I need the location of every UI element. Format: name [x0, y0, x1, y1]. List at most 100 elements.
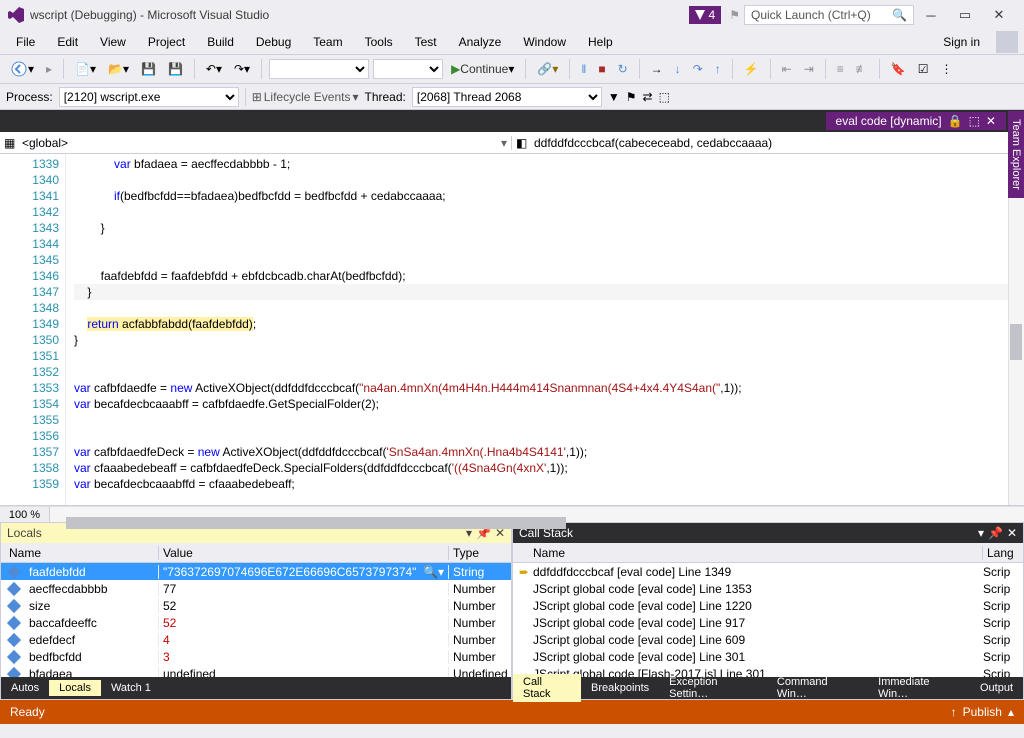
tab-locals[interactable]: Locals: [49, 680, 101, 696]
table-row[interactable]: JScript global code [eval code] Line 301…: [513, 648, 1023, 665]
table-row[interactable]: bfadaeaundefinedUndefined: [1, 665, 511, 677]
ext-button[interactable]: ⋮: [937, 60, 957, 78]
scope-selector[interactable]: ▦ <global> ▾: [0, 136, 512, 150]
tab-autos[interactable]: Autos: [1, 680, 49, 696]
bookmark-button[interactable]: 🔖: [887, 60, 910, 78]
maximize-button[interactable]: ▭: [948, 7, 982, 23]
table-row[interactable]: JScript global code [eval code] Line 122…: [513, 597, 1023, 614]
col-type[interactable]: Type: [449, 546, 511, 560]
pin-icon[interactable]: ⬚: [969, 114, 980, 128]
zoom-level[interactable]: 100 %: [0, 507, 50, 523]
show-next-button[interactable]: →: [647, 60, 667, 78]
table-row[interactable]: JScript global code [eval code] Line 917…: [513, 614, 1023, 631]
document-tab[interactable]: eval code [dynamic] 🔒 ⬚ ✕: [826, 112, 1006, 130]
step-over-button[interactable]: ↷: [689, 60, 707, 78]
browser-link-button[interactable]: 🔗▾: [533, 60, 562, 78]
tab-breakpoints[interactable]: Breakpoints: [581, 680, 659, 696]
publish-button[interactable]: Publish: [963, 705, 1002, 719]
col-value[interactable]: Value: [159, 546, 449, 560]
table-row[interactable]: bedfbcfdd3Number: [1, 648, 511, 665]
flag-threads-button[interactable]: ⚑: [626, 90, 637, 104]
filter-button[interactable]: ▼: [608, 90, 620, 104]
comment-button[interactable]: ≡: [833, 60, 848, 78]
undo-button[interactable]: ↶▾: [202, 60, 226, 78]
platform-select[interactable]: [373, 59, 443, 79]
task-list-button[interactable]: ☑: [914, 60, 933, 78]
col-lang[interactable]: Lang: [983, 546, 1023, 560]
col-name[interactable]: Name: [529, 546, 983, 560]
menu-test[interactable]: Test: [405, 33, 447, 51]
lifecycle-events-dropdown[interactable]: ⊞ Lifecycle Events ▾: [252, 90, 359, 104]
col-name[interactable]: Name: [1, 546, 159, 560]
tab-immediate[interactable]: Immediate Win…: [868, 674, 970, 702]
chevron-up-icon[interactable]: ▴: [1008, 705, 1014, 719]
stop-button[interactable]: ■: [594, 60, 609, 78]
redo-button[interactable]: ↷▾: [230, 60, 254, 78]
publish-up-icon[interactable]: ↑: [951, 705, 957, 719]
menu-analyze[interactable]: Analyze: [449, 33, 512, 51]
menu-team[interactable]: Team: [303, 33, 352, 51]
pause-button[interactable]: ‖: [577, 60, 590, 78]
menu-tools[interactable]: Tools: [355, 33, 403, 51]
dropdown-button[interactable]: ▾: [978, 526, 984, 540]
table-row[interactable]: aecffecdabbbb77Number: [1, 580, 511, 597]
save-button[interactable]: 💾: [137, 60, 160, 78]
minimize-button[interactable]: ─: [914, 8, 948, 23]
menu-build[interactable]: Build: [197, 33, 244, 51]
nav-back-button[interactable]: ▾: [6, 58, 38, 80]
menu-debug[interactable]: Debug: [246, 33, 301, 51]
close-tab-button[interactable]: ✕: [986, 114, 996, 128]
continue-button[interactable]: ▶ Continue ▾: [447, 60, 518, 78]
close-icon[interactable]: ✕: [1007, 526, 1017, 540]
tab-exception[interactable]: Exception Settin…: [659, 674, 767, 702]
nav-fwd-button[interactable]: ▸: [42, 60, 56, 78]
new-project-button[interactable]: 📄▾: [71, 60, 100, 78]
menu-file[interactable]: File: [6, 33, 45, 51]
indent-less-button[interactable]: ⇤: [778, 60, 796, 78]
indent-more-button[interactable]: ⇥: [800, 60, 818, 78]
quick-launch-input[interactable]: Quick Launch (Ctrl+Q) 🔍: [744, 5, 914, 25]
uncomment-button[interactable]: ≢: [852, 60, 872, 78]
member-selector[interactable]: ◧ ddfddfdcccbcaf(cabececeabd, cedabccaaa…: [512, 136, 1024, 150]
team-explorer-tab[interactable]: Team Explorer: [1008, 111, 1024, 198]
restart-button[interactable]: ↻: [614, 60, 632, 78]
scrollbar-thumb[interactable]: [66, 517, 566, 529]
menu-view[interactable]: View: [90, 33, 136, 51]
thread-select[interactable]: [2068] Thread 2068: [412, 87, 602, 107]
tab-watch1[interactable]: Watch 1: [101, 680, 161, 696]
sign-in-link[interactable]: Sign in: [943, 35, 990, 49]
table-row[interactable]: baccafdeeffc52Number: [1, 614, 511, 631]
tab-output[interactable]: Output: [970, 680, 1023, 696]
solution-config-select[interactable]: [269, 59, 369, 79]
tab-command[interactable]: Command Win…: [767, 674, 868, 702]
scrollbar-thumb[interactable]: [1010, 324, 1022, 360]
table-row[interactable]: JScript global code [eval code] Line 135…: [513, 580, 1023, 597]
menu-project[interactable]: Project: [138, 33, 195, 51]
avatar-icon[interactable]: [996, 31, 1018, 53]
menu-window[interactable]: Window: [513, 33, 576, 51]
thread-filter-button[interactable]: ⇄: [643, 90, 653, 104]
vertical-scrollbar[interactable]: [1008, 154, 1024, 505]
close-button[interactable]: ✕: [982, 7, 1016, 23]
menu-edit[interactable]: Edit: [47, 33, 88, 51]
magnifier-icon[interactable]: 🔍▾: [423, 565, 444, 579]
notifications-badge[interactable]: 4: [689, 6, 722, 24]
code-editor[interactable]: 1339134013411342134313441345134613471348…: [0, 154, 1024, 506]
pin-icon[interactable]: 📌: [988, 526, 1003, 540]
table-row[interactable]: faafdebfdd"736372697074696E672E66696C657…: [1, 563, 511, 580]
process-select[interactable]: [2120] wscript.exe: [59, 87, 239, 107]
stack-frame-button[interactable]: ⬚: [659, 90, 670, 104]
intellitrace-button[interactable]: ⚡: [740, 60, 763, 78]
flag-icon[interactable]: ⚑: [729, 8, 740, 22]
step-out-button[interactable]: ↑: [711, 60, 725, 78]
menu-help[interactable]: Help: [578, 33, 623, 51]
open-file-button[interactable]: 📂▾: [104, 60, 133, 78]
step-into-button[interactable]: ↓: [671, 60, 685, 78]
table-row[interactable]: JScript global code [eval code] Line 609…: [513, 631, 1023, 648]
table-row[interactable]: ➨ddfddfdcccbcaf [eval code] Line 1349Scr…: [513, 563, 1023, 580]
code-content[interactable]: var bfadaea = aecffecdabbbb - 1; if(bedf…: [66, 154, 1024, 505]
save-all-button[interactable]: 💾: [164, 60, 187, 78]
table-row[interactable]: edefdecf4Number: [1, 631, 511, 648]
table-row[interactable]: size52Number: [1, 597, 511, 614]
tab-callstack[interactable]: Call Stack: [513, 674, 581, 702]
